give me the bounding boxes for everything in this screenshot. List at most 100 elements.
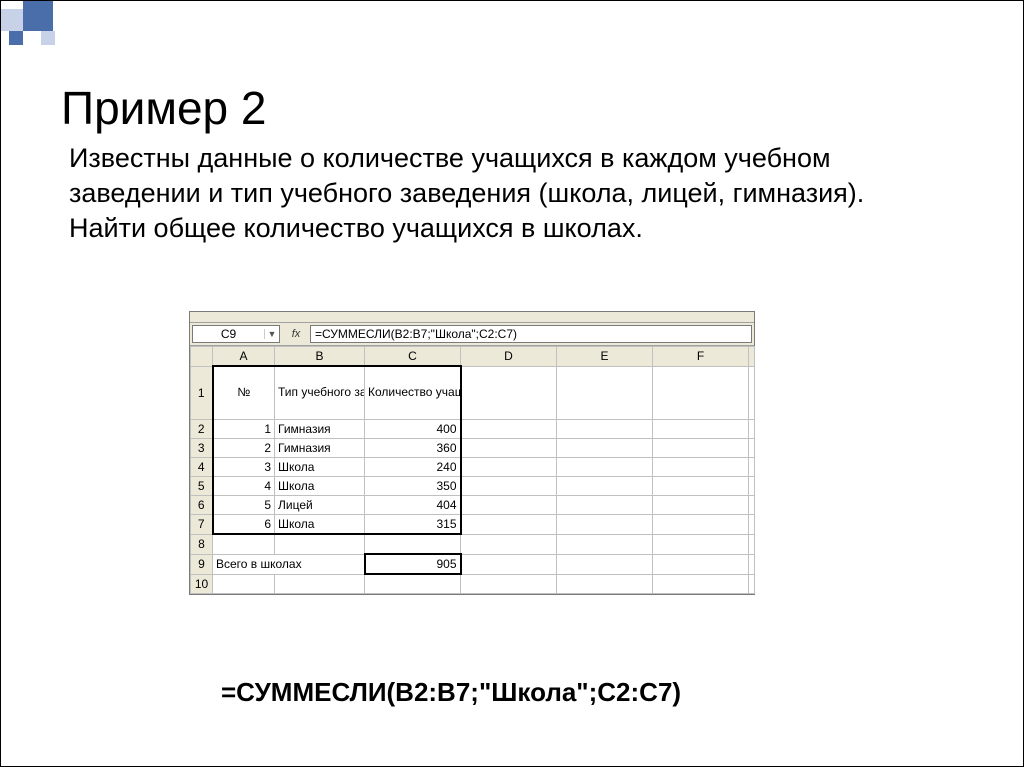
table-row: 1 № Тип учебного заведения Количество уч… bbox=[191, 366, 755, 420]
row-header[interactable]: 8 bbox=[191, 534, 213, 554]
cell[interactable] bbox=[461, 534, 557, 554]
cell[interactable] bbox=[557, 554, 653, 574]
cell[interactable] bbox=[461, 496, 557, 515]
row-header[interactable]: 5 bbox=[191, 477, 213, 496]
cell[interactable]: 6 bbox=[213, 515, 275, 535]
name-box-value: C9 bbox=[193, 327, 264, 341]
cell[interactable] bbox=[557, 420, 653, 439]
cell[interactable]: 315 bbox=[365, 515, 461, 535]
formula-bar-row: C9 ▼ fx =СУММЕСЛИ(B2:B7;"Школа";C2:C7) bbox=[190, 323, 754, 346]
cell[interactable]: 3 bbox=[213, 458, 275, 477]
col-header-partial bbox=[749, 347, 755, 367]
row-header[interactable]: 10 bbox=[191, 574, 213, 594]
col-header-C[interactable]: C bbox=[365, 347, 461, 367]
cell[interactable] bbox=[557, 439, 653, 458]
cell[interactable] bbox=[365, 574, 461, 594]
cell[interactable] bbox=[653, 554, 749, 574]
cell-partial bbox=[749, 477, 755, 496]
table-row: 10 bbox=[191, 574, 755, 594]
table-row: 7 6 Школа 315 bbox=[191, 515, 755, 535]
col-header-B[interactable]: B bbox=[275, 347, 365, 367]
cell[interactable] bbox=[213, 574, 275, 594]
cell[interactable]: 360 bbox=[365, 439, 461, 458]
cell[interactable]: 404 bbox=[365, 496, 461, 515]
cell[interactable] bbox=[461, 439, 557, 458]
cell[interactable]: 400 bbox=[365, 420, 461, 439]
cell[interactable]: Лицей bbox=[275, 496, 365, 515]
cell[interactable]: 1 bbox=[213, 420, 275, 439]
cell[interactable] bbox=[653, 534, 749, 554]
row-header[interactable]: 6 bbox=[191, 496, 213, 515]
cell[interactable]: Количество учащихся bbox=[365, 366, 461, 420]
column-header-row: A B C D E F bbox=[191, 347, 755, 367]
col-header-F[interactable]: F bbox=[653, 347, 749, 367]
cell[interactable]: 5 bbox=[213, 496, 275, 515]
cell[interactable] bbox=[461, 574, 557, 594]
cell-total-value[interactable]: 905 bbox=[365, 554, 461, 574]
cell[interactable] bbox=[557, 496, 653, 515]
cell[interactable] bbox=[275, 534, 365, 554]
cell-partial bbox=[749, 496, 755, 515]
formula-bar-input[interactable]: =СУММЕСЛИ(B2:B7;"Школа";C2:C7) bbox=[310, 325, 752, 343]
cell[interactable] bbox=[653, 458, 749, 477]
cell[interactable]: Школа bbox=[275, 477, 365, 496]
cell-partial bbox=[749, 439, 755, 458]
col-header-A[interactable]: A bbox=[213, 347, 275, 367]
cell[interactable] bbox=[275, 574, 365, 594]
name-box[interactable]: C9 ▼ bbox=[192, 325, 280, 343]
fx-button[interactable]: fx bbox=[282, 323, 310, 345]
cell[interactable] bbox=[461, 420, 557, 439]
cell-partial bbox=[749, 420, 755, 439]
cell[interactable]: 2 bbox=[213, 439, 275, 458]
formula-display-text: =СУММЕСЛИ(B2:B7;"Школа";C2:C7) bbox=[221, 677, 681, 708]
cell[interactable] bbox=[653, 574, 749, 594]
cell[interactable]: 350 bbox=[365, 477, 461, 496]
cell[interactable]: Гимназия bbox=[275, 420, 365, 439]
cell[interactable] bbox=[653, 496, 749, 515]
slide-body-text: Известны данные о количестве учащихся в … bbox=[69, 141, 939, 246]
corner-decoration bbox=[1, 1, 61, 61]
cell[interactable] bbox=[653, 366, 749, 420]
row-header[interactable]: 3 bbox=[191, 439, 213, 458]
row-header[interactable]: 2 bbox=[191, 420, 213, 439]
cell[interactable]: Тип учебного заведения bbox=[275, 366, 365, 420]
cell[interactable] bbox=[653, 439, 749, 458]
spreadsheet-grid[interactable]: A B C D E F 1 № Тип учебного заведения К… bbox=[190, 346, 755, 594]
row-header[interactable]: 9 bbox=[191, 554, 213, 574]
cell[interactable] bbox=[461, 477, 557, 496]
cell[interactable]: Школа bbox=[275, 458, 365, 477]
select-all-corner[interactable] bbox=[191, 347, 213, 367]
cell[interactable]: 240 bbox=[365, 458, 461, 477]
excel-screenshot: C9 ▼ fx =СУММЕСЛИ(B2:B7;"Школа";C2:C7) A… bbox=[189, 311, 755, 595]
cell[interactable]: 4 bbox=[213, 477, 275, 496]
cell[interactable] bbox=[557, 515, 653, 535]
row-header[interactable]: 4 bbox=[191, 458, 213, 477]
table-row: 8 bbox=[191, 534, 755, 554]
cell-total-label[interactable]: Всего в школах bbox=[213, 554, 365, 574]
cell[interactable] bbox=[461, 554, 557, 574]
cell-partial bbox=[749, 458, 755, 477]
cell[interactable] bbox=[365, 534, 461, 554]
cell[interactable] bbox=[653, 477, 749, 496]
cell[interactable]: Школа bbox=[275, 515, 365, 535]
cell[interactable] bbox=[213, 534, 275, 554]
cell[interactable] bbox=[557, 534, 653, 554]
cell[interactable] bbox=[557, 477, 653, 496]
cell[interactable] bbox=[653, 515, 749, 535]
col-header-E[interactable]: E bbox=[557, 347, 653, 367]
col-header-D[interactable]: D bbox=[461, 347, 557, 367]
row-header[interactable]: 7 bbox=[191, 515, 213, 535]
cell[interactable]: № bbox=[213, 366, 275, 420]
cell[interactable]: Гимназия bbox=[275, 439, 365, 458]
cell[interactable] bbox=[461, 366, 557, 420]
cell[interactable] bbox=[461, 515, 557, 535]
cell[interactable] bbox=[653, 420, 749, 439]
cell[interactable] bbox=[557, 574, 653, 594]
name-box-dropdown-icon[interactable]: ▼ bbox=[264, 329, 279, 339]
cell-partial bbox=[749, 366, 755, 420]
row-header[interactable]: 1 bbox=[191, 366, 213, 420]
cell[interactable] bbox=[557, 366, 653, 420]
cell[interactable] bbox=[461, 458, 557, 477]
table-row: 2 1 Гимназия 400 bbox=[191, 420, 755, 439]
cell[interactable] bbox=[557, 458, 653, 477]
